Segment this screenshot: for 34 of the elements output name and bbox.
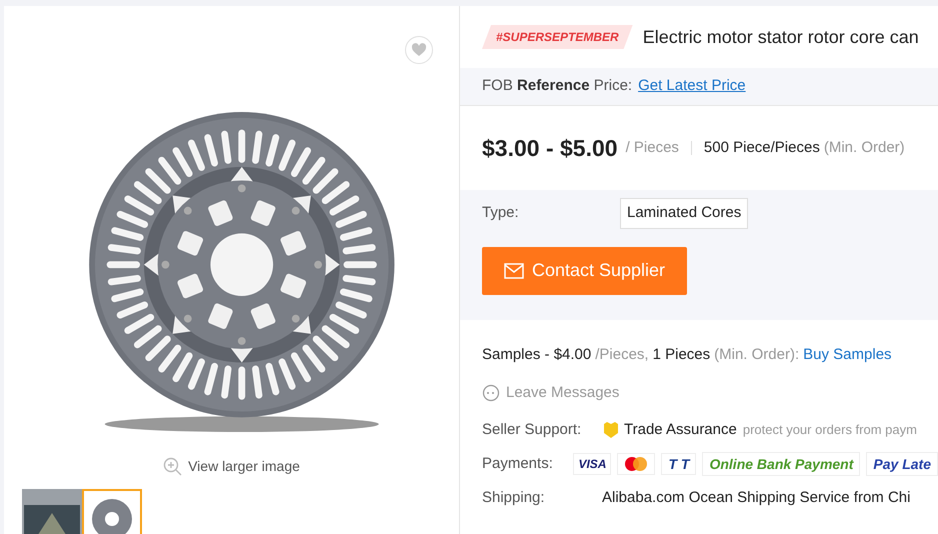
samples-note: (Min. Order):: [714, 344, 800, 365]
attribute-label: Type:: [482, 203, 520, 223]
price-range: $3.00 - $5.00: [482, 134, 618, 163]
thumbnail[interactable]: [82, 489, 142, 534]
payments-label: Payments:: [482, 454, 554, 474]
min-order-note: (Min. Order): [824, 138, 905, 158]
leave-messages-link[interactable]: Leave Messages: [482, 382, 620, 404]
view-larger-link[interactable]: View larger image: [163, 456, 300, 477]
shipping-label: Shipping:: [482, 488, 546, 508]
trade-assurance-note: protect your orders from paym: [742, 421, 917, 440]
attribute-value: Laminated Cores: [620, 198, 748, 228]
payment-method-badge: Online Bank Payment: [702, 452, 860, 476]
latest-price-link[interactable]: Get Latest Price: [638, 75, 746, 98]
reference-price-label: FOB Reference Price:: [482, 76, 632, 96]
envelope-icon: [504, 262, 524, 278]
trade-assurance-label: Trade Assurance: [624, 420, 737, 440]
samples-quantity: 1 Pieces: [652, 344, 710, 365]
samples-price: Samples - $4.00: [482, 344, 592, 365]
shipping-value: Alibaba.com Ocean Shipping Service from Chi: [602, 488, 910, 508]
promo-tag: #SUPERSEPTEMBER: [482, 25, 633, 49]
samples-unit: /Pieces,: [595, 344, 649, 365]
heart-icon: [411, 43, 427, 57]
contact-supplier-button[interactable]: Contact Supplier: [482, 246, 687, 294]
product-title: Electric motor stator rotor core can: [642, 26, 919, 48]
wire-transfer-badge: T T: [661, 453, 696, 475]
buy-samples-link[interactable]: Buy Samples: [803, 344, 892, 366]
thumbnail[interactable]: [22, 489, 82, 534]
min-order-quantity: 500 Piece/Pieces: [704, 138, 820, 158]
chat-face-icon: [482, 384, 500, 402]
price-unit: / Pieces: [626, 138, 679, 158]
payment-method-badge: Pay Late: [866, 452, 938, 476]
seller-support-label: Seller Support:: [482, 420, 582, 440]
visa-badge: VISA: [573, 453, 612, 475]
zoom-in-icon: [163, 457, 182, 476]
